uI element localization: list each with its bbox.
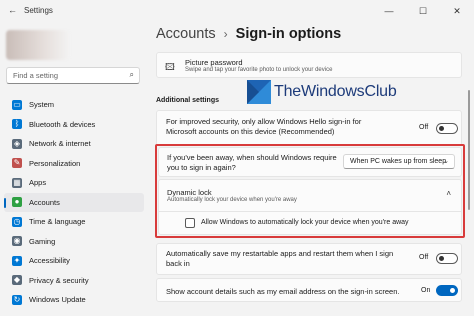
avatar[interactable] (6, 30, 70, 60)
monitor-icon: ▭ (12, 99, 22, 110)
apps-icon: ▦ (12, 177, 22, 188)
accessibility-icon: ✦ (12, 255, 22, 266)
sidebar-item-bluetooth-devices[interactable]: ᛒ Bluetooth & devices (4, 115, 144, 135)
hello-only-text: For improved security, only allow Window… (166, 117, 362, 136)
bluetooth-icon: ᛒ (12, 119, 22, 130)
sidebar-item-label: Accessibility (29, 256, 70, 266)
sidebar-item-label: Personalization (29, 158, 81, 168)
sidebar-item-label: Privacy & security (29, 275, 89, 285)
sidebar-item-label: Accounts (29, 197, 60, 207)
wifi-icon: ◈ (12, 138, 22, 149)
show-account-state: On (421, 287, 431, 294)
minimize-icon[interactable]: — (372, 0, 406, 22)
restart-apps-card: Automatically save my restartable apps a… (156, 243, 462, 275)
sidebar-item-gaming[interactable]: ◉ Gaming (4, 232, 144, 252)
breadcrumb: Accounts › Sign-in options (156, 26, 341, 42)
restart-apps-toggle[interactable] (436, 253, 458, 264)
update-icon: ↻ (12, 294, 22, 305)
picture-password-subtitle: Swipe and tap your favorite photo to unl… (185, 67, 333, 73)
sidebar-item-privacy-security[interactable]: ◆ Privacy & security (4, 271, 144, 291)
sidebar-item-system[interactable]: ▭ System (4, 95, 144, 115)
show-account-text: Show account details such as my email ad… (166, 287, 400, 296)
maximize-icon[interactable]: ☐ (406, 0, 440, 22)
hello-only-toggle[interactable] (436, 123, 458, 134)
picture-password-title: Picture password (185, 58, 243, 67)
sidebar-item-accessibility[interactable]: ✦ Accessibility (4, 251, 144, 271)
sidebar-item-accounts[interactable]: ● Accounts (4, 192, 144, 212)
scrollbar[interactable] (468, 90, 470, 210)
restart-apps-text: Automatically save my restartable apps a… (166, 249, 394, 268)
title-bar: ← Settings — ☐ ✕ (0, 0, 474, 22)
show-account-toggle[interactable] (436, 285, 458, 296)
watermark-text: TheWindowsClub (274, 83, 397, 100)
sidebar-item-network-internet[interactable]: ◈ Network & internet (4, 134, 144, 154)
restart-apps-state: Off (419, 254, 429, 261)
sidebar-item-windows-update[interactable]: ↻ Windows Update (4, 290, 144, 310)
sidebar-item-label: Windows Update (29, 295, 86, 305)
sidebar-item-label: Bluetooth & devices (29, 119, 96, 129)
hello-only-state: Off (419, 124, 429, 131)
highlight-box (155, 144, 465, 238)
sidebar-item-time-language[interactable]: ◷ Time & language (4, 212, 144, 232)
shield-icon: ◆ (12, 275, 22, 286)
sidebar-item-label: Time & language (29, 217, 86, 227)
additional-settings-heading: Additional settings (156, 97, 219, 104)
window-title: Settings (24, 6, 53, 15)
watermark-logo-icon (247, 80, 271, 104)
window-controls: — ☐ ✕ (372, 0, 474, 22)
sidebar-nav: ▭ System ᛒ Bluetooth & devices ◈ Network & in… (0, 95, 148, 310)
globe-clock-icon: ◷ (12, 216, 22, 227)
sidebar-item-label: Network & internet (29, 139, 91, 149)
breadcrumb-separator: › (223, 27, 228, 41)
sidebar-item-personalization[interactable]: ✎ Personalization (4, 154, 144, 174)
brush-icon: ✎ (12, 158, 22, 169)
picture-icon: 🖾 (165, 62, 175, 72)
controller-icon: ◉ (12, 236, 22, 247)
breadcrumb-parent[interactable]: Accounts (156, 26, 216, 42)
picture-password-card[interactable]: 🖾 Picture password Swipe and tap your fa… (156, 52, 462, 78)
watermark: TheWindowsClub (247, 79, 397, 105)
sidebar-item-label: Apps (29, 178, 47, 188)
sidebar-item-label: Gaming (29, 236, 56, 246)
back-arrow-icon[interactable]: ← (8, 5, 17, 15)
sidebar-item-apps[interactable]: ▦ Apps (4, 173, 144, 193)
search-placeholder: Find a setting (13, 71, 59, 80)
search-icon: ⌕ (129, 70, 134, 79)
sidebar: Find a setting ⌕ ▭ System ᛒ Bluetooth & dev… (0, 22, 148, 316)
page-title: Sign-in options (235, 26, 342, 42)
hello-only-card: For improved security, only allow Window… (156, 110, 462, 146)
sidebar-item-label: System (29, 100, 55, 110)
close-icon[interactable]: ✕ (440, 0, 474, 22)
show-account-card: Show account details such as my email ad… (156, 278, 462, 302)
person-icon: ● (12, 197, 22, 208)
search-input[interactable]: Find a setting ⌕ (6, 67, 140, 84)
